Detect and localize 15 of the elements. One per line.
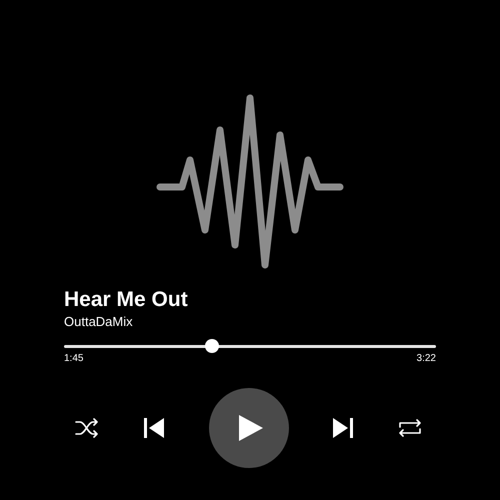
repeat-button[interactable]: [398, 416, 422, 440]
artist-name: OuttaDaMix: [64, 314, 133, 330]
track-title: Hear Me Out: [64, 288, 188, 312]
repeat-icon: [398, 418, 422, 438]
total-duration: 3:22: [416, 352, 436, 366]
play-icon: [238, 415, 262, 441]
previous-button[interactable]: [142, 416, 166, 440]
skip-forward-icon: [332, 418, 354, 438]
skip-back-icon: [142, 418, 165, 438]
elapsed-time: 1:45: [64, 352, 84, 366]
next-button[interactable]: [331, 416, 356, 440]
progress-track[interactable]: [64, 339, 436, 353]
shuffle-button[interactable]: [75, 416, 99, 440]
shuffle-icon: [75, 418, 99, 438]
progress-thumb[interactable]: [205, 339, 220, 353]
